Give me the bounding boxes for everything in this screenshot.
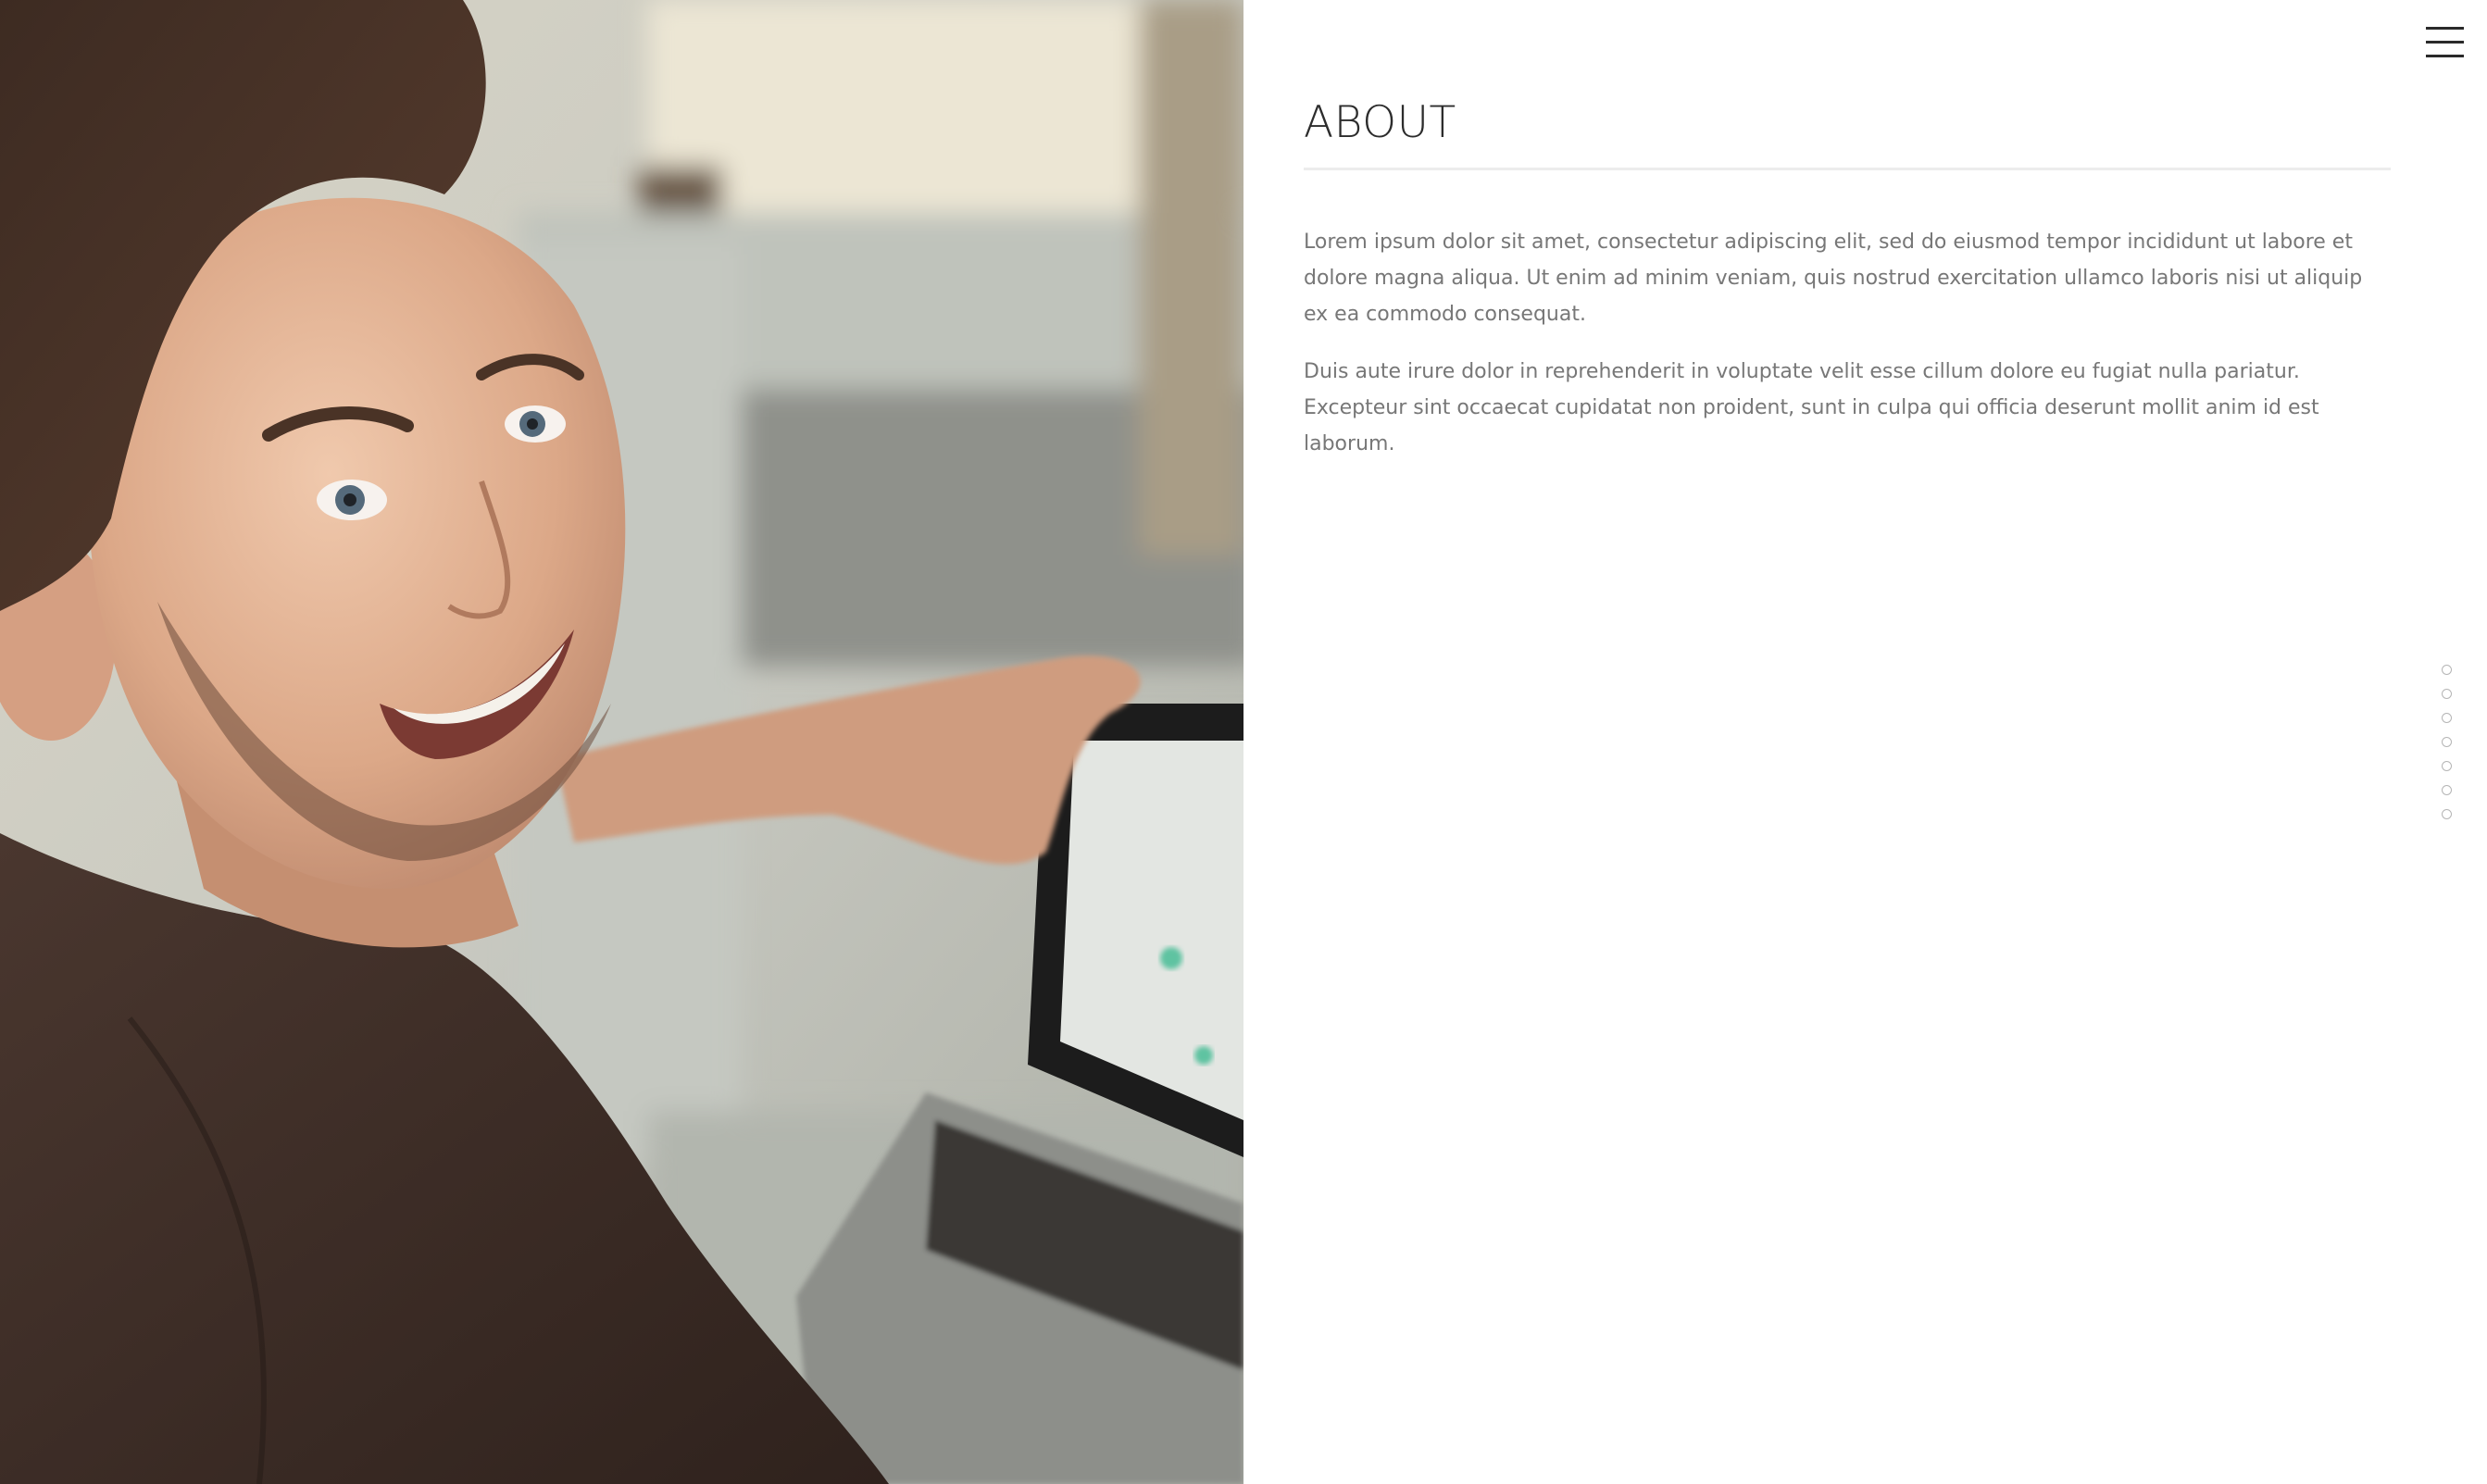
hamburger-bar bbox=[2426, 55, 2464, 57]
section-dot-1[interactable] bbox=[2442, 665, 2452, 675]
about-title: ABOUT bbox=[1304, 97, 1456, 148]
portrait-photo-illustration bbox=[0, 0, 1244, 1484]
section-dot-3[interactable] bbox=[2442, 713, 2452, 723]
about-paragraph-2: Duis aute irure dolor in reprehenderit i… bbox=[1304, 360, 2319, 455]
section-dot-6[interactable] bbox=[2442, 785, 2452, 795]
section-dot-7[interactable] bbox=[2442, 809, 2452, 819]
hamburger-menu-icon[interactable] bbox=[2426, 27, 2464, 58]
hero-photo bbox=[0, 0, 1244, 1484]
page: ABOUT Lorem ipsum dolor sit amet, consec… bbox=[0, 0, 2487, 1484]
about-section: ABOUT Lorem ipsum dolor sit amet, consec… bbox=[1304, 0, 2391, 462]
section-dots-nav bbox=[2442, 665, 2455, 833]
title-divider bbox=[1304, 168, 2391, 170]
section-dot-5[interactable] bbox=[2442, 761, 2452, 771]
hamburger-bar bbox=[2426, 27, 2464, 30]
section-dot-4[interactable] bbox=[2442, 737, 2452, 747]
about-paragraph-1: Lorem ipsum dolor sit amet, consectetur … bbox=[1304, 231, 2363, 326]
section-dot-2[interactable] bbox=[2442, 689, 2452, 699]
hamburger-bar bbox=[2426, 41, 2464, 44]
